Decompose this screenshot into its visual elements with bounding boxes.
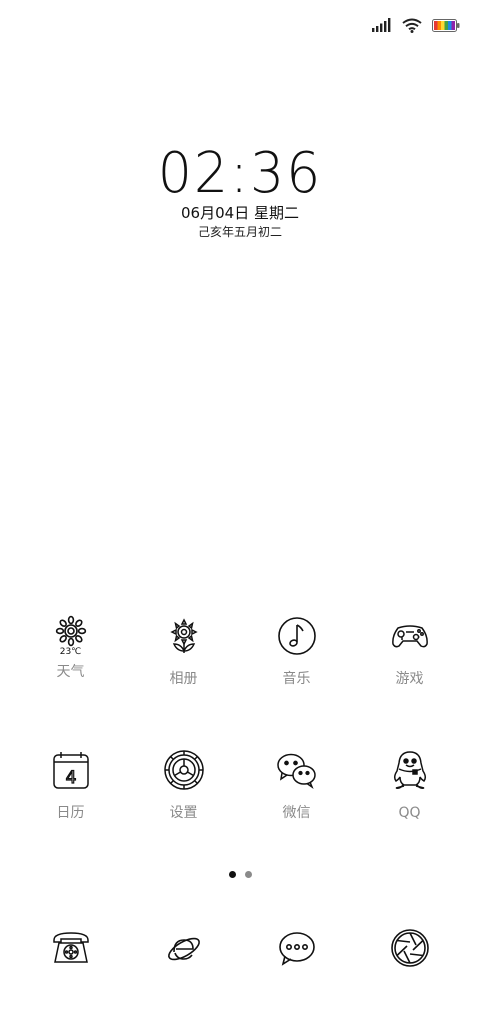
app-music[interactable]: 音乐 xyxy=(240,614,353,688)
app-row-1: 23℃ 天气 相册 音乐 游戏 xyxy=(14,614,466,688)
app-label-wechat: 微信 xyxy=(282,805,311,821)
app-label-gallery: 相册 xyxy=(169,671,198,687)
app-row-2: 4 日历 设置 微信 QQ xyxy=(14,748,466,822)
lunar-date: 己亥年五月初二 xyxy=(197,225,282,239)
page-dot-2[interactable] xyxy=(244,871,252,878)
messages-icon xyxy=(275,926,319,970)
battery-icon xyxy=(432,18,460,32)
dock xyxy=(14,926,466,970)
gamepad-icon xyxy=(388,614,432,658)
app-games[interactable]: 游戏 xyxy=(353,614,466,688)
home-screen: 02:36 06月04日 星期二 己亥年五月初二 23℃ 天气 相册 音乐 游戏… xyxy=(0,0,480,1013)
app-settings[interactable]: 设置 xyxy=(127,748,240,822)
music-note-icon xyxy=(275,614,319,658)
gear-icon xyxy=(162,748,206,792)
dock-phone[interactable] xyxy=(14,926,127,970)
dock-messages[interactable] xyxy=(240,926,353,970)
browser-icon xyxy=(162,926,206,970)
page-indicator[interactable] xyxy=(0,871,480,878)
wifi-icon xyxy=(402,18,422,33)
app-label-settings: 设置 xyxy=(169,805,198,821)
dock-browser[interactable] xyxy=(127,926,240,970)
camera-icon xyxy=(388,926,432,970)
phone-icon xyxy=(49,926,93,970)
app-label-games: 游戏 xyxy=(395,671,424,687)
app-label-weather: 天气 xyxy=(56,664,85,680)
app-calendar[interactable]: 4 日历 xyxy=(14,748,127,822)
weather-temperature: 23℃ xyxy=(59,647,82,657)
app-gallery[interactable]: 相册 xyxy=(127,614,240,688)
wechat-icon xyxy=(275,748,319,792)
app-label-calendar: 日历 xyxy=(56,805,85,821)
clock-time: 02:36 xyxy=(157,141,323,206)
calendar-icon: 4 xyxy=(49,748,93,792)
sun-icon xyxy=(49,614,93,648)
dock-camera[interactable] xyxy=(353,926,466,970)
app-wechat[interactable]: 微信 xyxy=(240,748,353,822)
clock-widget[interactable]: 02:36 06月04日 星期二 己亥年五月初二 xyxy=(0,145,480,241)
app-label-qq: QQ xyxy=(398,805,421,821)
page-dot-1[interactable] xyxy=(228,871,236,878)
signal-icon xyxy=(372,18,392,32)
status-bar xyxy=(372,14,460,36)
flower-icon xyxy=(162,614,206,658)
app-weather[interactable]: 23℃ 天气 xyxy=(14,614,127,688)
qq-penguin-icon xyxy=(388,748,432,792)
app-label-music: 音乐 xyxy=(282,671,311,687)
clock-date: 06月04日 星期二 xyxy=(181,204,299,222)
calendar-day-text: 4 xyxy=(65,768,76,788)
app-qq[interactable]: QQ xyxy=(353,748,466,822)
